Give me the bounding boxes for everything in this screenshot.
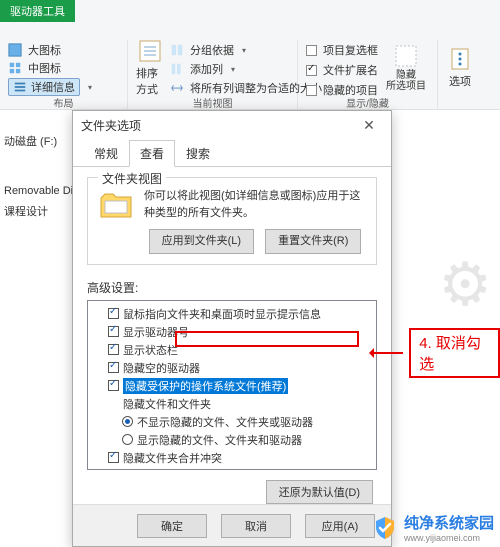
- tab-view[interactable]: 查看: [129, 140, 175, 167]
- watermark: 纯净系统家园 www.yijiaomei.com: [372, 512, 494, 543]
- arrow-icon: [370, 352, 403, 354]
- dialog-tabs: 常规 查看 搜索: [73, 139, 391, 167]
- apply-button[interactable]: 应用(A): [305, 514, 375, 538]
- sidebar-removable[interactable]: Removable Dis: [0, 182, 72, 200]
- sort-icon: [136, 37, 164, 65]
- annotation-callout: 4. 取消勾选: [370, 328, 500, 378]
- group-show-hide: 项目复选框 文件扩展名 隐藏的项目 隐藏 所选项目 显示/隐藏: [298, 40, 438, 110]
- tab-search[interactable]: 搜索: [175, 140, 221, 167]
- folder-icon: [98, 188, 134, 224]
- sort-by-button[interactable]: 排序方式: [136, 42, 164, 92]
- cancel-button[interactable]: 取消: [221, 514, 291, 538]
- details-icon: [13, 80, 27, 94]
- tree-item[interactable]: 显示隐藏的文件、文件夹和驱动器: [94, 431, 370, 449]
- tab-general[interactable]: 常规: [83, 140, 129, 167]
- tree-item[interactable]: 不显示隐藏的文件、文件夹或驱动器: [94, 413, 370, 431]
- options-icon: [446, 45, 474, 73]
- layout-big-icons[interactable]: 大图标: [8, 42, 119, 58]
- watermark-url: www.yijiaomei.com: [404, 533, 494, 543]
- folder-view-text: 你可以将此视图(如详细信息或图标)应用于这种类型的所有文件夹。 应用到文件夹(L…: [144, 188, 366, 254]
- sidebar-course[interactable]: 课程设计: [0, 200, 72, 222]
- ribbon-groups: 大图标 中图标 详细信息 ▾ 布局 排序方式: [0, 40, 500, 110]
- tree-item[interactable]: 隐藏文件夹合并冲突: [94, 449, 370, 467]
- group-layout-caption: 布局: [0, 95, 127, 110]
- dialog-footer: 确定 取消 应用(A): [73, 504, 391, 546]
- watermark-text: 纯净系统家园: [404, 512, 494, 533]
- dialog-body: 文件夹视图 你可以将此视图(如详细信息或图标)应用于这种类型的所有文件夹。 应用…: [73, 167, 391, 514]
- medium-icons-icon: [8, 61, 22, 75]
- hide-selected-button[interactable]: 隐藏 所选项目: [386, 42, 426, 92]
- tree-item[interactable]: 显示状态栏: [94, 341, 370, 359]
- tree-item[interactable]: 显示驱动器号: [94, 323, 370, 341]
- tree-item[interactable]: 隐藏文件和文件夹: [94, 395, 370, 413]
- tree-item[interactable]: 鼠标指向文件夹和桌面项时显示提示信息: [94, 305, 370, 323]
- dialog-titlebar: 文件夹选项 ✕: [73, 111, 391, 139]
- restore-defaults-button[interactable]: 还原为默认值(D): [266, 480, 373, 504]
- title-tab-area: 驱动器工具: [0, 0, 75, 22]
- layout-details[interactable]: 详细信息 ▾: [8, 78, 119, 96]
- advanced-settings-tree[interactable]: 鼠标指向文件夹和桌面项时显示提示信息 显示驱动器号 显示状态栏 隐藏空的驱动器 …: [87, 300, 377, 470]
- advanced-settings-label: 高级设置:: [87, 279, 377, 296]
- tree-item[interactable]: 隐藏已知文件类型的扩展名: [94, 467, 370, 470]
- group-options: 选项: [438, 40, 482, 110]
- checkbox-icon: [306, 65, 317, 76]
- background-watermark: ⚙: [438, 250, 492, 320]
- reset-folders-button[interactable]: 重置文件夹(R): [265, 229, 361, 254]
- folder-options-dialog: 文件夹选项 ✕ 常规 查看 搜索 文件夹视图 你可以将此视图(如详细信息或图标)…: [72, 110, 392, 547]
- ribbon: 驱动器工具 管理 大图标 中图标 详细信息 ▾ 布局: [0, 0, 500, 110]
- folder-view-legend: 文件夹视图: [98, 170, 166, 187]
- checkbox-icon: [306, 85, 317, 96]
- file-extensions-toggle[interactable]: 文件扩展名: [306, 62, 378, 78]
- hide-selected-icon: [392, 42, 420, 70]
- item-checkboxes-toggle[interactable]: 项目复选框: [306, 42, 378, 58]
- tree-item-protected-os-files[interactable]: 隐藏受保护的操作系统文件(推荐): [94, 377, 370, 395]
- group-current-view: 排序方式 分组依据▾ 添加列▾ 将所有列调整为合适的大小 当前视图: [128, 40, 298, 110]
- manage-tab[interactable]: 管理: [0, 0, 500, 17]
- large-icons-icon: [8, 43, 22, 57]
- watermark-icon: [372, 515, 398, 541]
- add-column-icon: [170, 62, 184, 76]
- contextual-tab-title: 驱动器工具: [0, 0, 75, 22]
- dialog-title: 文件夹选项: [81, 117, 141, 134]
- close-button[interactable]: ✕: [355, 117, 383, 134]
- group-layout: 大图标 中图标 详细信息 ▾ 布局: [0, 40, 128, 110]
- group-by-icon: [170, 43, 184, 57]
- fit-columns-icon: [170, 81, 184, 95]
- apply-to-folders-button[interactable]: 应用到文件夹(L): [149, 229, 254, 254]
- annotation-text: 4. 取消勾选: [409, 328, 500, 378]
- checkbox-icon: [306, 45, 317, 56]
- group-show-hide-caption: 显示/隐藏: [298, 95, 437, 110]
- options-button[interactable]: 选项: [446, 42, 474, 92]
- layout-medium-icons[interactable]: 中图标: [8, 60, 119, 76]
- tree-item[interactable]: 隐藏空的驱动器: [94, 359, 370, 377]
- folder-view-group: 文件夹视图 你可以将此视图(如详细信息或图标)应用于这种类型的所有文件夹。 应用…: [87, 177, 377, 265]
- ok-button[interactable]: 确定: [137, 514, 207, 538]
- nav-sidebar: 动磁盘 (F:) Removable Dis 课程设计: [0, 130, 72, 530]
- layout-more-icon[interactable]: ▾: [88, 83, 92, 92]
- sidebar-drive[interactable]: 动磁盘 (F:): [0, 130, 72, 152]
- group-current-view-caption: 当前视图: [128, 95, 297, 110]
